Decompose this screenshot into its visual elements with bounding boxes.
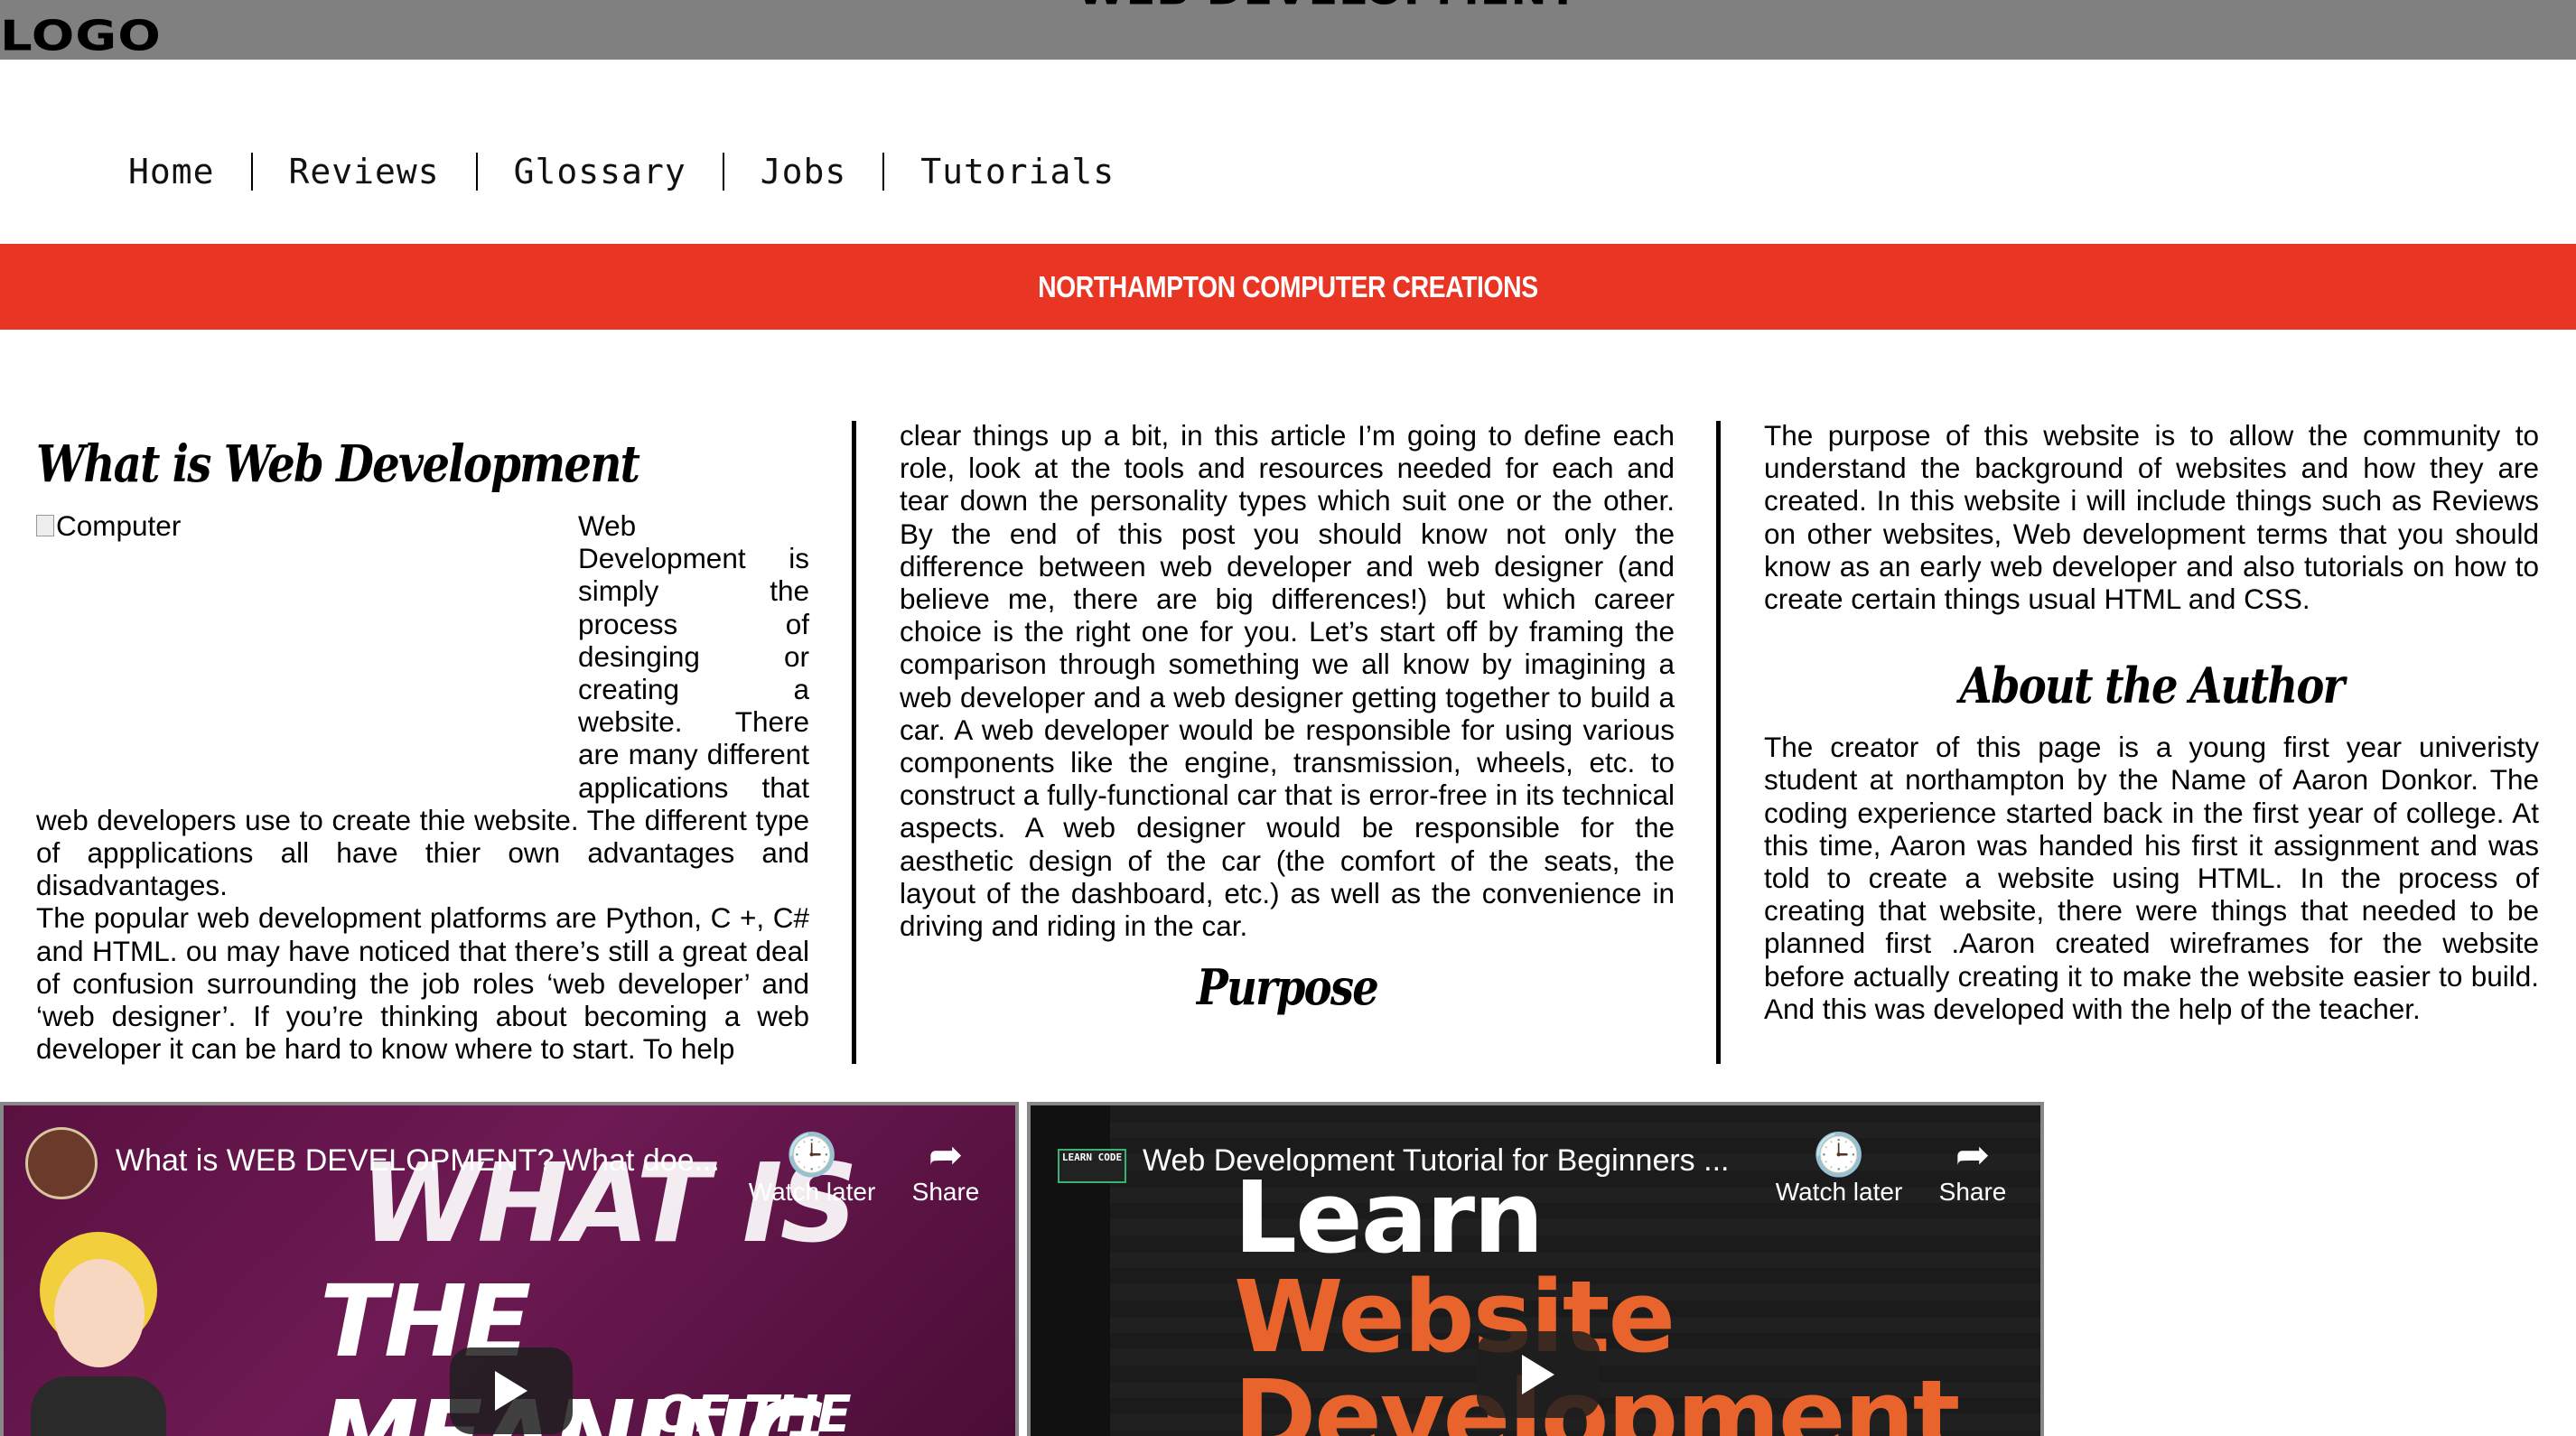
play-icon (1522, 1355, 1554, 1394)
logo[interactable]: LOGO (0, 11, 162, 62)
article-paragraph: clear things up a bit, in this article I… (900, 419, 1675, 943)
column-what-is-web-dev: What is Web Development Computer Web Dev… (36, 419, 809, 1065)
author-paragraph: The creator of this page is a young firs… (1764, 731, 2539, 1025)
nav-item-jobs[interactable]: Jobs (761, 152, 847, 191)
nav-divider (475, 153, 478, 191)
nav-item-reviews[interactable]: Reviews (289, 152, 440, 191)
share-button[interactable]: ➦ Share (873, 1131, 1015, 1207)
share-arrow-icon: ➦ (1955, 1131, 1991, 1178)
nav-item-glossary[interactable]: Glossary (514, 152, 686, 191)
main-nav: Home Reviews Glossary Jobs Tutorials (128, 146, 1115, 197)
thumb-line-2: Website (1234, 1259, 1675, 1375)
share-label: Share (1938, 1178, 2007, 1206)
play-button[interactable] (1477, 1331, 1600, 1418)
share-button[interactable]: ➦ Share (1900, 1131, 2040, 1207)
cartoon-presenter (22, 1232, 175, 1436)
watch-later-button[interactable]: 🕒 Watch later (740, 1131, 884, 1207)
column-divider (1716, 421, 1721, 1064)
computer-image-alt: Computer (36, 509, 181, 542)
clock-icon: 🕒 (1813, 1131, 1865, 1178)
video-title[interactable]: What is WEB DEVELOPMENT? What doe... (116, 1143, 720, 1179)
thumb-line-3: OF THE TERM (654, 1385, 852, 1436)
channel-avatar[interactable] (25, 1127, 98, 1199)
watch-later-button[interactable]: 🕒 Watch later (1767, 1131, 1911, 1207)
column-divider (852, 421, 856, 1064)
nav-divider (882, 153, 885, 191)
learn-code-logo[interactable]: LEARN CODE (1058, 1149, 1126, 1183)
heading-what-is-web-development: What is Web Development (36, 434, 640, 494)
platforms-paragraph: The popular web development platforms ar… (36, 901, 809, 1066)
video-title[interactable]: Web Development Tutorial for Beginners .… (1143, 1143, 1729, 1179)
nav-divider (722, 153, 724, 191)
image-alt-text: Computer (56, 509, 182, 542)
broken-image-icon (36, 515, 54, 536)
clock-icon: 🕒 (786, 1131, 838, 1178)
share-arrow-icon: ➦ (928, 1131, 964, 1178)
banner: NORTHAMPTON COMPUTER CREATIONS (0, 244, 2576, 330)
computer-image: Computer (36, 509, 578, 798)
column-purpose-author: The purpose of this website is to allow … (1764, 419, 2539, 1025)
banner-text: NORTHAMPTON COMPUTER CREATIONS (1038, 269, 1538, 303)
purpose-paragraph: The purpose of this website is to allow … (1764, 419, 2539, 616)
nav-item-home[interactable]: Home (128, 152, 215, 191)
video-embed-web-dev-tutorial[interactable]: Learn Website Development LEARN CODE Web… (1027, 1102, 2044, 1436)
site-title: WEB DEVELOPMENT (1075, 0, 1581, 15)
nav-item-tutorials[interactable]: Tutorials (920, 152, 1115, 191)
top-bar: LOGO WEB DEVELOPMENT (0, 0, 2576, 62)
share-label: Share (911, 1178, 980, 1206)
play-icon (495, 1371, 527, 1411)
play-button[interactable] (450, 1347, 573, 1434)
heading-about-the-author: About the Author (1959, 657, 2345, 715)
watch-later-label: Watch later (1775, 1178, 1903, 1206)
watch-later-label: Watch later (748, 1178, 876, 1206)
nav-divider (250, 153, 253, 191)
video-embed-what-is-web-dev[interactable]: WHAT IS THE MEANING OF THE TERM What is … (0, 1102, 1019, 1436)
heading-purpose: Purpose (1196, 958, 1379, 1017)
column-article: clear things up a bit, in this article I… (900, 419, 1675, 1032)
